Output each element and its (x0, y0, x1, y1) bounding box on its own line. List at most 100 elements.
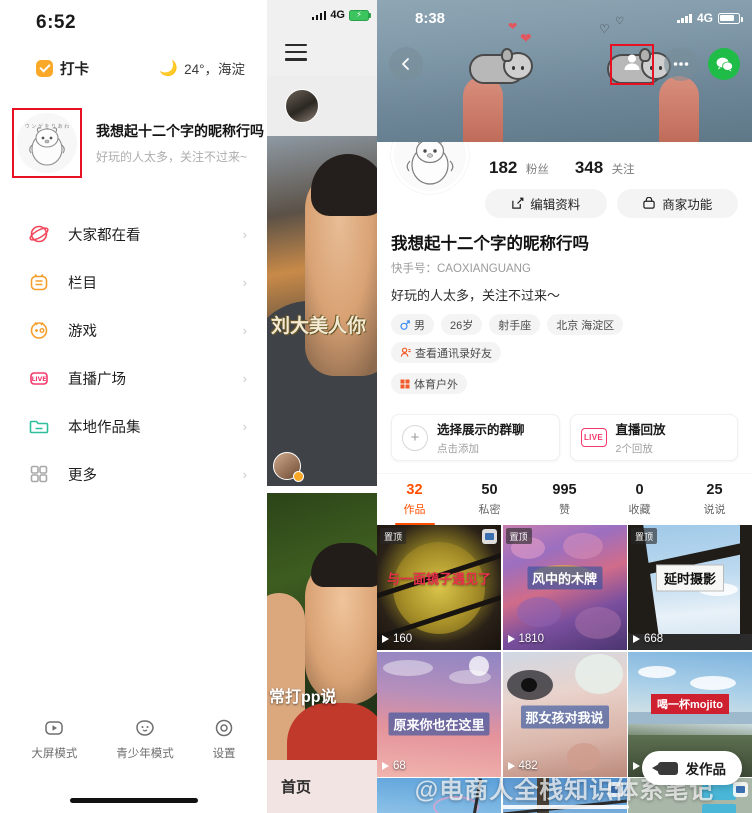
tag-gender[interactable]: 男 (391, 314, 434, 335)
mid-bottom-tabbar: 首页 (267, 760, 377, 813)
divider (267, 485, 377, 493)
chevron-left-icon (402, 58, 409, 70)
profile-nav-row (377, 42, 752, 86)
home-indicator (69, 798, 198, 803)
play-count: 668 (633, 633, 663, 645)
bottom-item-teen-mode[interactable]: 青少年模式 (116, 717, 174, 761)
chevron-right-icon: › (242, 466, 247, 482)
right-status-bar: 8:38 4G (377, 0, 752, 36)
count-value: 348 (574, 158, 604, 177)
tag-label: 查看通讯录好友 (415, 347, 492, 360)
bottom-item-settings[interactable]: 设置 (213, 717, 236, 761)
tag-contacts-friends[interactable]: 查看通讯录好友 (391, 342, 501, 363)
work-cell[interactable]: 置顶 风中的木牌 1810 (502, 525, 627, 650)
left-status-bar: 6:52 (0, 0, 267, 46)
work-cell[interactable]: 置顶 与一面镜子遇见了 160 (377, 525, 501, 650)
sidebar-item-column[interactable]: 栏目 › (0, 258, 267, 306)
shop-icon (643, 197, 655, 209)
sidebar-item-game[interactable]: 游戏 › (0, 306, 267, 354)
tab-likes[interactable]: 995 赞 (527, 474, 602, 525)
chevron-right-icon: › (242, 418, 247, 434)
back-button[interactable] (389, 47, 423, 81)
chevron-right-icon: › (242, 370, 247, 386)
live-badge-icon: LIVE (580, 425, 607, 451)
tag-category[interactable]: 体育户外 (391, 373, 467, 394)
add-friend-button[interactable] (620, 50, 644, 79)
more-options-button[interactable] (664, 47, 698, 81)
bottom-item-label: 设置 (212, 748, 236, 760)
sidebar-label: 栏目 (68, 275, 97, 292)
status-right-group: 4G (677, 11, 743, 25)
sidebar-item-more[interactable]: 更多 › (0, 450, 267, 498)
tag-label: 26岁 (450, 319, 474, 332)
left-drawer-panel: 6:52 打卡 🌙 24°，海淀 ウ ン ゲ を り あ わ 我想起十二个字的昵… (0, 0, 277, 813)
play-count: 68 (382, 760, 406, 772)
work-cell[interactable]: 原来你也在这里 68 (377, 651, 501, 777)
pinned-badge: 置顶 (505, 528, 532, 544)
pinned-badge: 置顶 (631, 528, 658, 544)
left-nickname-row: 我想起十二个字的昵称行吗 ᛦ (96, 121, 277, 141)
feed-video-card-2[interactable]: 常打pp说 (267, 492, 377, 765)
followers-count[interactable]: 182 粉丝 (489, 158, 549, 178)
add-friend-highlight-box (610, 43, 654, 85)
battery-charging-icon: ⚡ (349, 9, 371, 21)
menu-hamburger-icon[interactable] (267, 30, 377, 76)
live-replay-card[interactable]: LIVE 直播回放 2个回放 (569, 414, 738, 461)
tab-works[interactable]: 32 作品 (377, 474, 452, 525)
play-icon (382, 761, 389, 770)
publish-work-label: 发作品 (685, 762, 727, 777)
multi-photo-icon (607, 782, 623, 797)
weather-widget[interactable]: 🌙 24°，海淀 (159, 58, 245, 78)
following-count[interactable]: 348 关注 (575, 158, 635, 178)
sidebar-item-everyone-watching[interactable]: 大家都在看 › (0, 210, 267, 258)
card-subtitle: 2个回放 (615, 443, 653, 455)
sidebar-label: 直播广场 (68, 371, 126, 388)
sidebar-item-live-square[interactable]: LIVE 直播广场 › (0, 354, 267, 402)
tab-home[interactable]: 首页 (281, 776, 311, 797)
work-cell[interactable]: 置顶 延时摄影 668 (628, 525, 752, 650)
left-top-row: 打卡 🌙 24°，海淀 (0, 46, 267, 84)
tag-location[interactable]: 北京 海淀区 (547, 314, 624, 335)
avatar[interactable]: ウ ン ゲ を り あ わ (17, 113, 77, 173)
wechat-share-button[interactable] (708, 48, 740, 80)
sidebar-item-local-works[interactable]: 本地作品集 › (0, 402, 267, 450)
work-cell[interactable]: 夏天的风 (377, 778, 501, 813)
checkin-button[interactable]: 打卡 (36, 58, 89, 79)
tag-label: 男 (414, 319, 425, 332)
video-caption: 刘大美人你 (271, 315, 367, 337)
left-subtitle: 好玩的人太多，关注不过来~ (96, 150, 248, 164)
tab-private[interactable]: 50 私密 (452, 474, 527, 525)
person-add-icon (624, 54, 640, 70)
group-chat-card[interactable]: + 选择展示的群聊 点击添加 (391, 414, 560, 461)
merchant-functions-button[interactable]: 商家功能 (616, 189, 738, 218)
tag-zodiac[interactable]: 射手座 (489, 314, 541, 335)
card-subtitle: 点击添加 (437, 443, 479, 455)
group-chat-text: 选择展示的群聊 点击添加 (437, 419, 525, 456)
video-caption: 常打pp说 (269, 688, 337, 706)
tab-label: 收藏 (628, 504, 651, 516)
profile-name: 我想起十二个字的昵称行吗 (391, 235, 589, 253)
signal-icon (311, 10, 327, 20)
weather-text: 24°，海淀 (184, 62, 245, 77)
left-status-time: 6:52 (36, 12, 77, 33)
avatar[interactable] (285, 88, 319, 123)
video-art (287, 702, 377, 765)
play-icon (507, 761, 515, 770)
tag-label: 射手座 (498, 319, 532, 332)
work-cell[interactable]: 那女孩对我说 482 (502, 651, 627, 777)
left-profile-row[interactable]: ウ ン ゲ を り あ わ 我想起十二个字的昵称行吗 ᛦ (0, 94, 277, 192)
tab-collections[interactable]: 0 收藏 (602, 474, 677, 525)
mid-status-bar: 4G ⚡ (267, 0, 377, 30)
left-bottom-bar: 大屏模式 青少年模式 设置 (0, 717, 267, 761)
edit-profile-button[interactable]: 编辑资料 (485, 189, 607, 218)
play-count: 160 (382, 633, 412, 645)
feed-video-card-1[interactable]: 刘大美人你 (267, 135, 377, 486)
play-count-value: 482 (518, 759, 538, 772)
bottom-item-bigscreen[interactable]: 大屏模式 (31, 717, 77, 761)
tag-age[interactable]: 26岁 (441, 314, 483, 335)
tab-moments[interactable]: 25 说说 (677, 474, 752, 525)
mid-avatar-row[interactable] (267, 75, 377, 136)
pinned-badge: 置顶 (380, 528, 407, 544)
profile-counts: 182 粉丝 348 关注 (485, 158, 738, 178)
publish-work-button[interactable]: 发作品 (641, 751, 742, 785)
